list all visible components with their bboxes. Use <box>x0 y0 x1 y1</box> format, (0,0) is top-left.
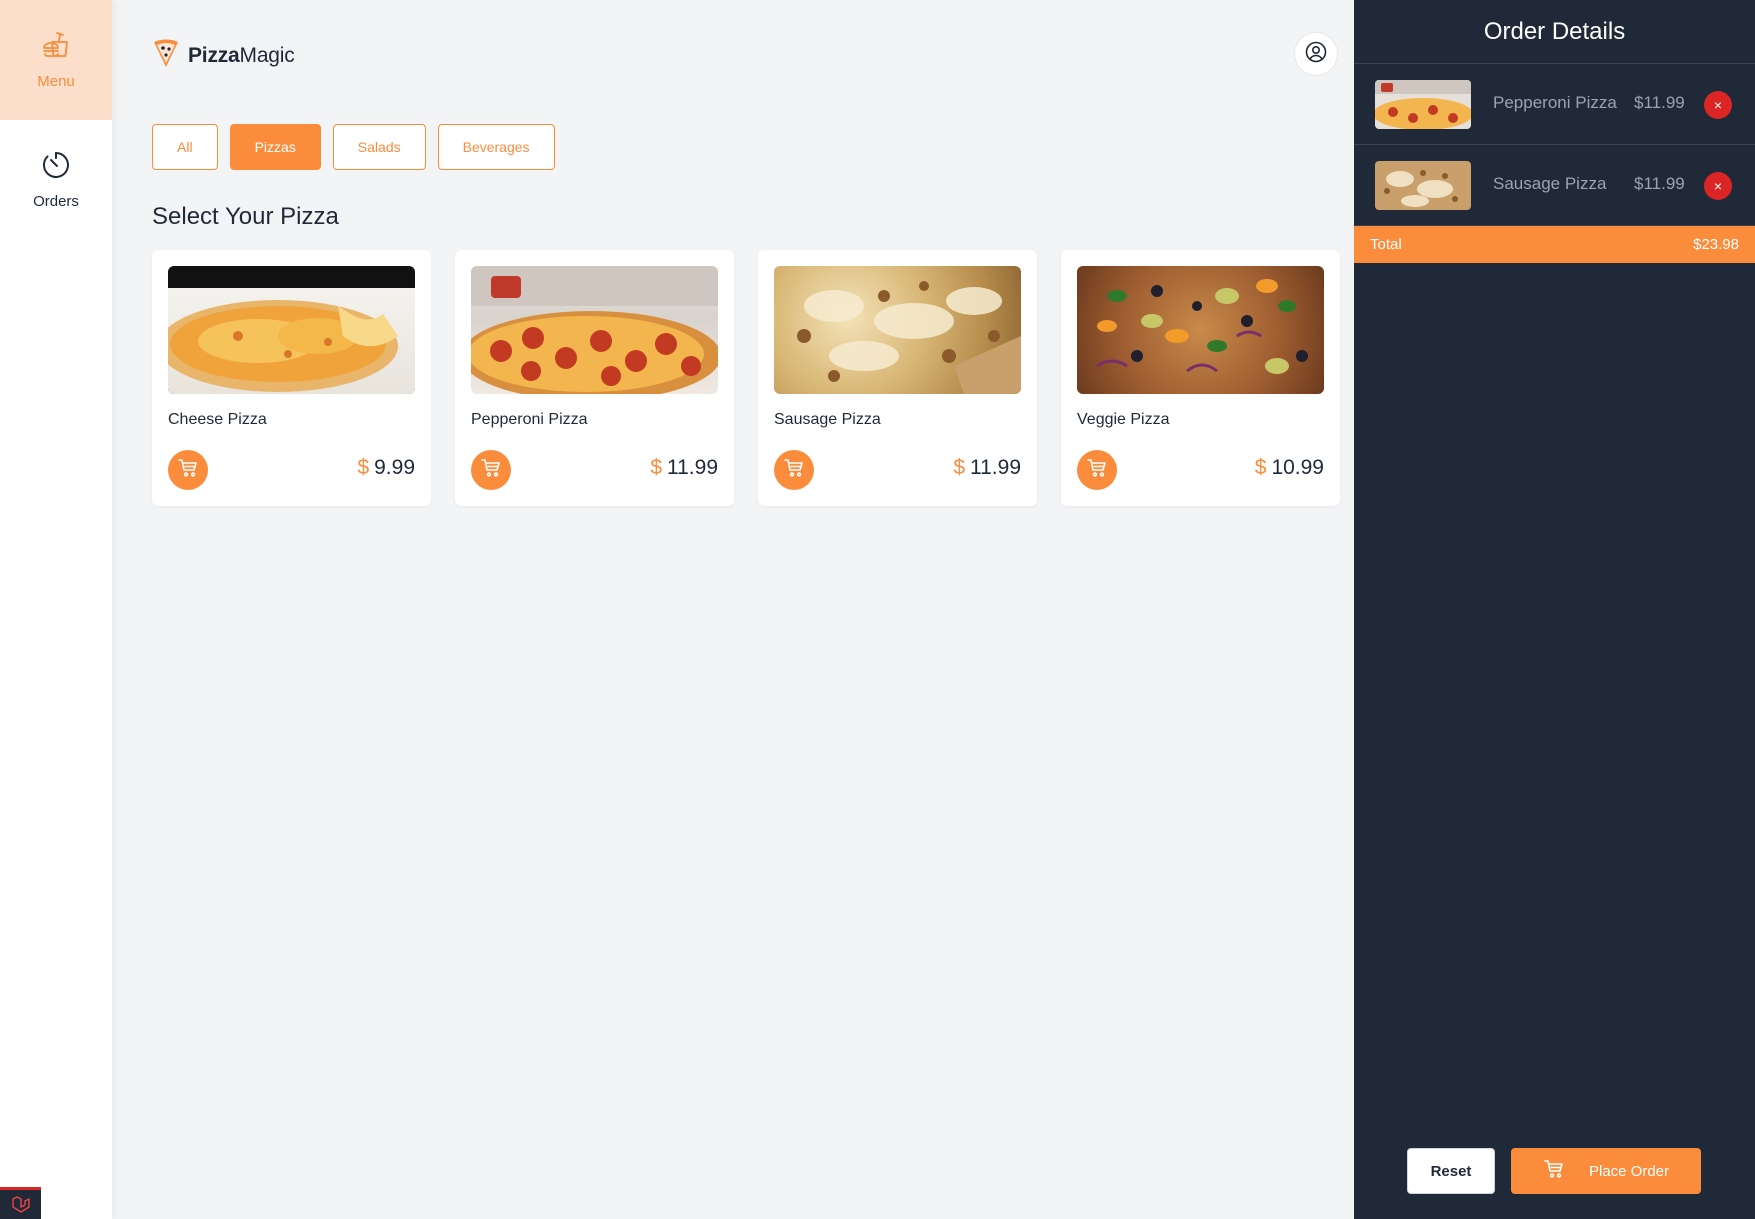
order-item-image <box>1375 80 1471 129</box>
app-name: PizzaMagic <box>188 43 295 67</box>
product-card[interactable]: Cheese Pizza $9.99 <box>152 250 431 506</box>
user-circle-icon <box>1305 41 1327 68</box>
order-item-name: Sausage Pizza <box>1493 174 1607 193</box>
order-item-image <box>1375 161 1471 210</box>
sidebar-item-label: Orders <box>33 193 79 210</box>
product-card[interactable]: Pepperoni Pizza $11.99 <box>455 250 734 506</box>
order-item: Sausage Pizza $11.99 × <box>1354 145 1755 226</box>
sidebar: Menu Orders <box>0 0 112 1219</box>
order-item-price: $11.99 <box>1634 174 1685 193</box>
cart-icon <box>481 458 501 483</box>
product-name: Sausage Pizza <box>774 411 881 428</box>
laravel-icon <box>0 1187 41 1219</box>
sidebar-item-menu[interactable]: Menu <box>0 0 112 120</box>
pizza-slice-icon <box>152 38 180 73</box>
product-card[interactable]: Veggie Pizza $10.99 <box>1061 250 1340 506</box>
tab-beverages[interactable]: Beverages <box>437 124 555 170</box>
profile-button[interactable] <box>1294 32 1338 76</box>
product-name: Veggie Pizza <box>1077 411 1170 428</box>
product-price: $11.99 <box>953 456 1021 479</box>
order-panel: Order Details Pepperoni Pizza $11.99 × S… <box>1354 0 1755 1219</box>
order-total: Total $23.98 <box>1354 226 1755 263</box>
sidebar-item-orders[interactable]: Orders <box>0 120 112 240</box>
cart-icon <box>1087 458 1107 483</box>
product-card[interactable]: Sausage Pizza $11.99 <box>758 250 1037 506</box>
app-logo[interactable]: PizzaMagic <box>152 38 295 73</box>
order-item-name: Pepperoni Pizza <box>1493 93 1617 112</box>
product-image <box>471 266 718 394</box>
sidebar-item-label: Menu <box>37 73 75 90</box>
add-to-cart-button[interactable] <box>168 450 208 490</box>
tab-pizzas[interactable]: Pizzas <box>229 124 321 170</box>
place-order-label: Place Order <box>1588 1162 1670 1180</box>
fastfood-icon <box>41 30 71 65</box>
product-image <box>774 266 1021 394</box>
add-to-cart-button[interactable] <box>774 450 814 490</box>
cart-icon <box>784 458 804 483</box>
remove-item-button[interactable]: × <box>1704 91 1732 119</box>
reset-button[interactable]: Reset <box>1407 1148 1495 1194</box>
add-to-cart-button[interactable] <box>471 450 511 490</box>
tab-salads[interactable]: Salads <box>332 124 426 170</box>
cart-icon <box>1543 1159 1565 1183</box>
product-price: $11.99 <box>650 456 718 479</box>
product-name: Pepperoni Pizza <box>471 411 588 428</box>
remove-item-button[interactable]: × <box>1704 172 1732 200</box>
order-item-price: $11.99 <box>1634 93 1685 112</box>
product-image <box>1077 266 1324 394</box>
cart-icon <box>178 458 198 483</box>
category-tabs: All Pizzas Salads Beverages <box>152 124 555 170</box>
product-name: Cheese Pizza <box>168 411 267 428</box>
order-item: Pepperoni Pizza $11.99 × <box>1354 64 1755 145</box>
place-order-button[interactable]: Place Order <box>1511 1148 1701 1194</box>
total-label: Total <box>1370 236 1402 253</box>
product-price: $10.99 <box>1254 456 1324 479</box>
total-value: $23.98 <box>1693 236 1739 253</box>
product-grid: Cheese Pizza $9.99 Pepperoni Pizza $ 11.… <box>152 250 1340 506</box>
section-title: Select Your Pizza <box>152 203 339 230</box>
timer-icon <box>41 150 71 185</box>
tab-all[interactable]: All <box>152 124 218 170</box>
product-image <box>168 266 415 394</box>
add-to-cart-button[interactable] <box>1077 450 1117 490</box>
product-price: $9.99 <box>357 456 415 479</box>
order-title: Order Details <box>1354 0 1755 64</box>
